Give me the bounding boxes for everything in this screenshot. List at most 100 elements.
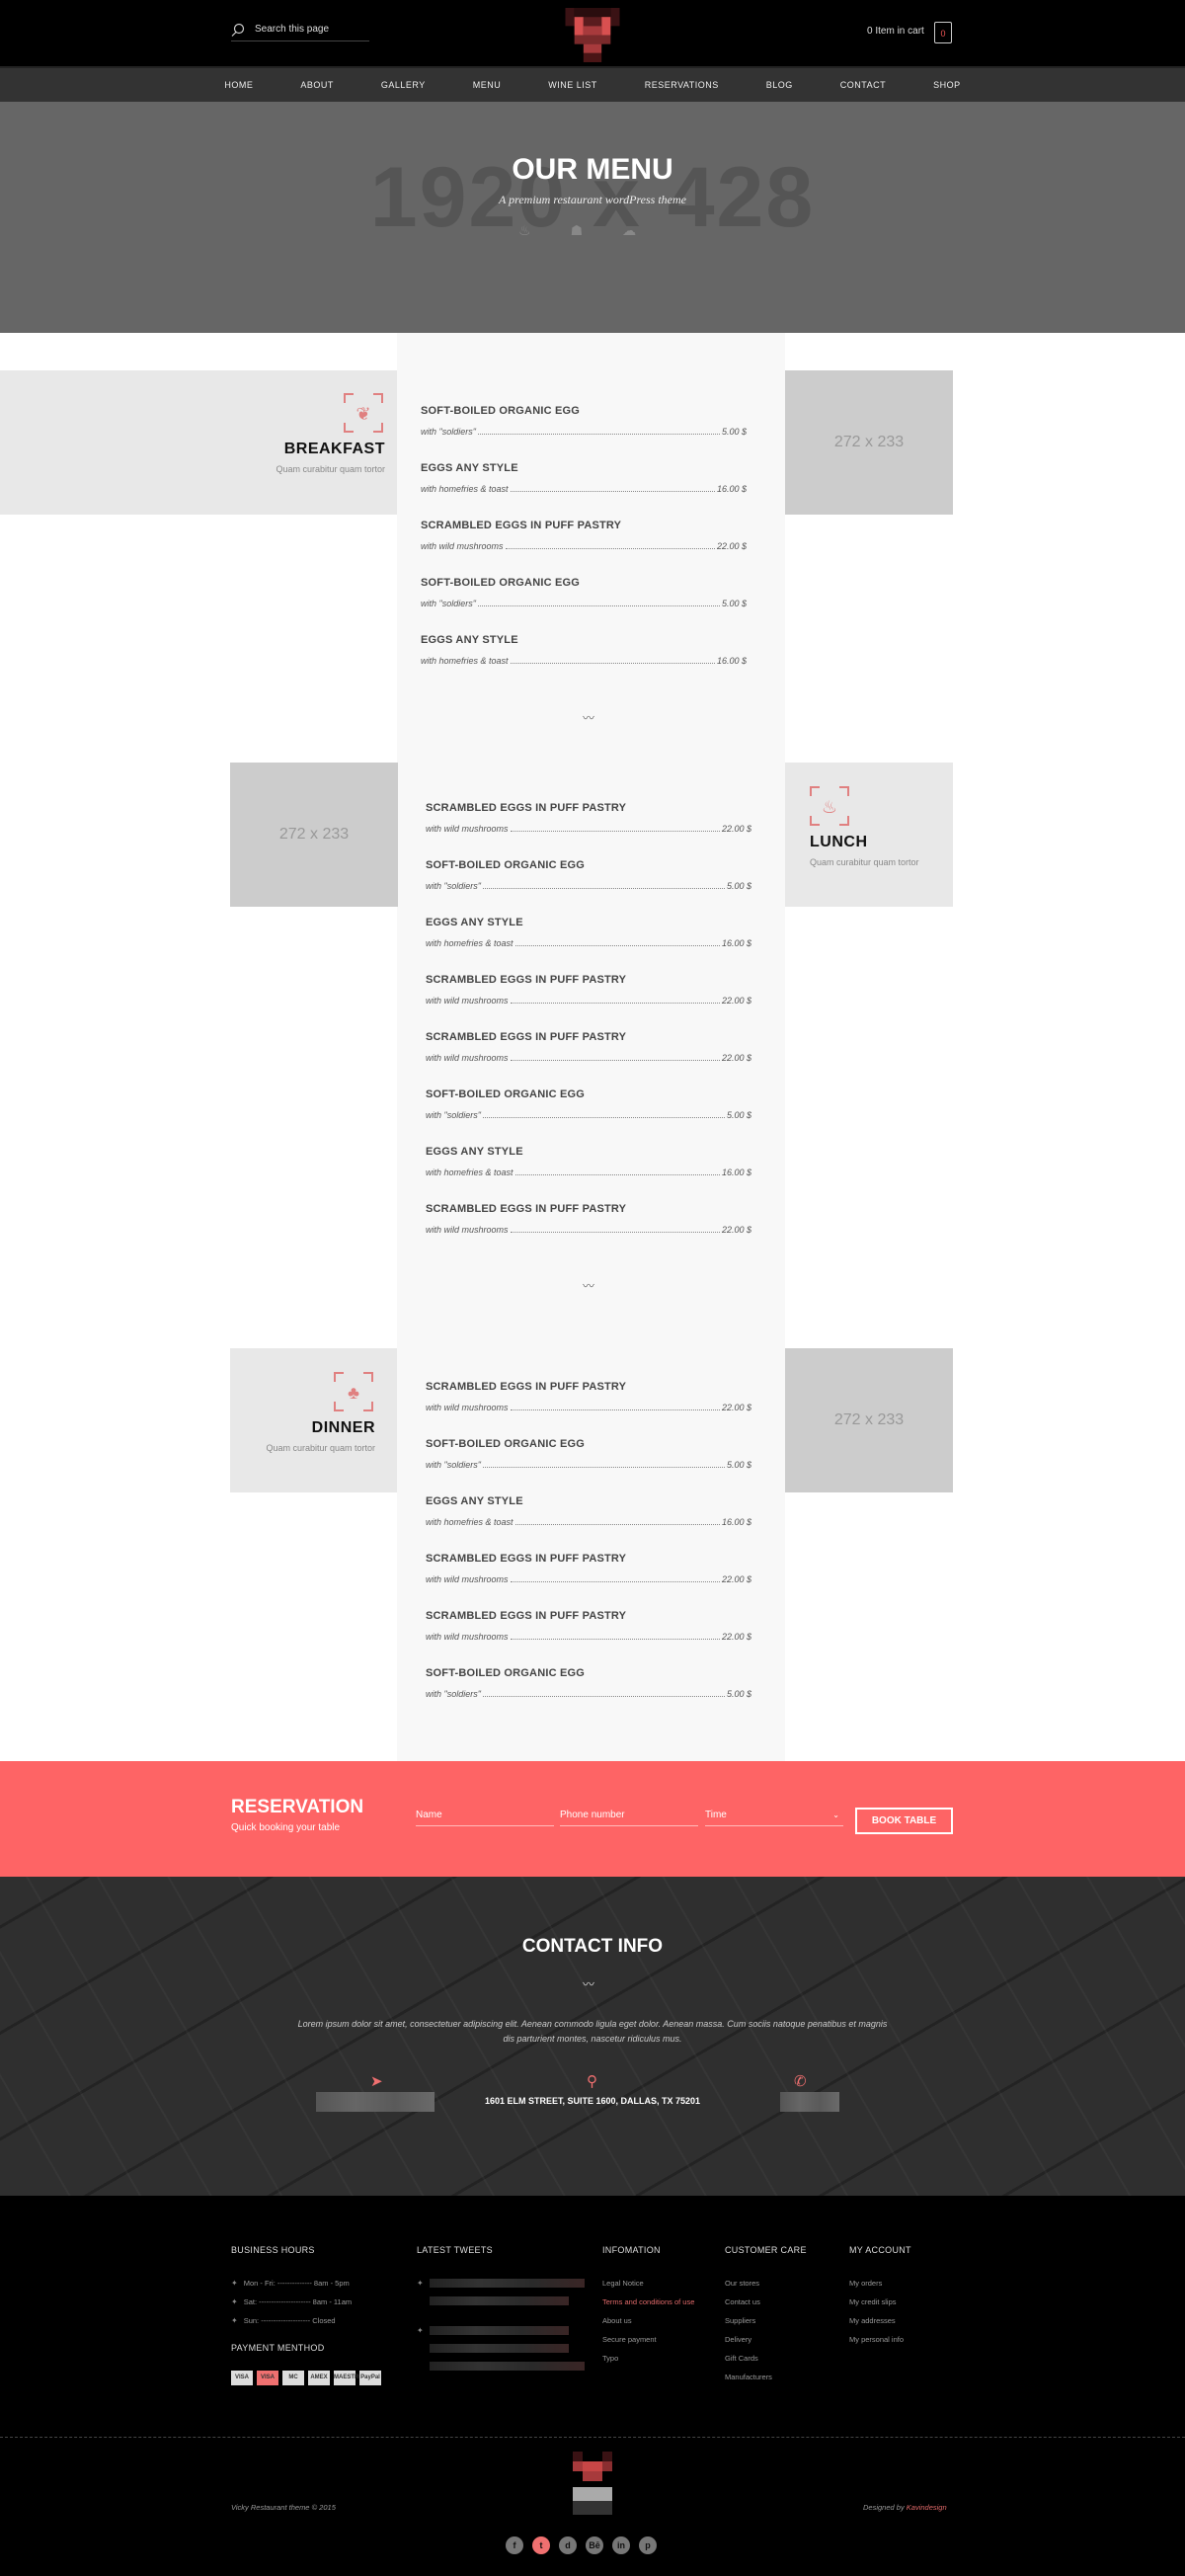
business-hours: BUSINESS HOURS ✦ Mon - Fri: -------------…	[231, 2245, 381, 2395]
dot-leader	[510, 831, 720, 832]
amex-icon: AMEX	[308, 2371, 330, 2385]
designer-link[interactable]: Kavindesign	[907, 2503, 947, 2512]
item-desc: with "soldiers"	[421, 427, 476, 437]
copyright: Vicky Restaurant theme © 2015	[231, 2503, 336, 2512]
dribbble-icon[interactable]: d	[559, 2536, 577, 2554]
item-price: 5.00 $	[726, 1110, 751, 1120]
item-name: SCRAMBLED EGGS IN PUFF PASTRY	[426, 1031, 627, 1043]
nav-about[interactable]: ABOUT	[276, 68, 357, 102]
footer-link[interactable]: My credit slips	[849, 2297, 911, 2306]
nav-shop[interactable]: SHOP	[909, 68, 985, 102]
search-icon	[231, 23, 245, 37]
item-price: 22.00 $	[721, 996, 751, 1006]
footer-link[interactable]: Terms and conditions of use	[602, 2297, 694, 2306]
item-desc: with "soldiers"	[426, 1689, 481, 1699]
mastercard-icon: MC	[282, 2371, 304, 2385]
nav-gallery[interactable]: GALLERY	[357, 68, 449, 102]
map-pin-icon: ⚲	[587, 2073, 597, 2090]
reservation-subtitle: Quick booking your table	[231, 1822, 341, 1833]
item-price: 16.00 $	[716, 484, 747, 494]
dot-leader	[514, 1174, 720, 1175]
nav-reservations[interactable]: RESERVATIONS	[621, 68, 743, 102]
footer-link[interactable]: My orders	[849, 2279, 911, 2288]
facebook-icon[interactable]: f	[506, 2536, 523, 2554]
item-name: SCRAMBLED EGGS IN PUFF PASTRY	[426, 1381, 627, 1393]
hours-line: Sat: --------------------- 8am - 11am	[243, 2297, 353, 2306]
nav-menu[interactable]: MENU	[449, 68, 525, 102]
nav-blog[interactable]: BLOG	[743, 68, 817, 102]
main-nav: HOME ABOUT GALLERY MENU WINE LIST RESERV…	[0, 66, 1185, 102]
phone-input[interactable]: Phone number	[560, 1807, 698, 1826]
menu-item: SCRAMBLED EGGS IN PUFF PASTRY with wild m…	[426, 1031, 751, 1088]
pinterest-icon[interactable]: p	[639, 2536, 657, 2554]
dot-leader	[510, 491, 715, 492]
footer-heading: INFOMATION	[602, 2245, 661, 2255]
item-price: 5.00 $	[726, 881, 751, 891]
footer-heading: PAYMENT MENTHOD	[231, 2343, 325, 2353]
reservation-title: RESERVATION	[231, 1797, 364, 1817]
footer-link[interactable]: Suppliers	[725, 2316, 807, 2325]
footer-link[interactable]: Our stores	[725, 2279, 807, 2288]
item-desc: with wild mushrooms	[426, 1225, 509, 1235]
linkedin-icon[interactable]: in	[612, 2536, 630, 2554]
footer-link[interactable]: Gift Cards	[725, 2354, 807, 2363]
search-placeholder: Search this page	[255, 24, 330, 35]
dot-leader	[514, 1524, 720, 1525]
footer-link[interactable]: Typo	[602, 2354, 694, 2363]
menu-item: SCRAMBLED EGGS IN PUFF PASTRY with wild m…	[421, 520, 747, 577]
category-title: DINNER	[311, 1419, 375, 1436]
nav-wine-list[interactable]: WINE LIST	[524, 68, 621, 102]
name-input[interactable]: Name	[416, 1807, 554, 1826]
footer-link[interactable]: Contact us	[725, 2297, 807, 2306]
footer-logo[interactable]	[573, 2452, 612, 2515]
category-title: LUNCH	[810, 834, 868, 850]
footer-link[interactable]: My addresses	[849, 2316, 911, 2325]
salad-bowl-icon: ❦	[343, 392, 386, 436]
footer-link[interactable]: Delivery	[725, 2335, 807, 2344]
time-select[interactable]: Time ⌄	[705, 1807, 843, 1826]
menu-item: SCRAMBLED EGGS IN PUFF PASTRY with wild m…	[426, 1553, 751, 1610]
item-name: SOFT-BOILED ORGANIC EGG	[426, 1667, 586, 1679]
designed-by: Designed by Kavindesign	[863, 2503, 947, 2512]
paypal-icon: PayPal	[359, 2371, 381, 2385]
dot-leader	[510, 1060, 720, 1061]
menu-item: SCRAMBLED EGGS IN PUFF PASTRY with wild m…	[426, 802, 751, 859]
nav-contact[interactable]: CONTACT	[817, 68, 909, 102]
item-desc: with homefries & toast	[421, 656, 509, 666]
search-input[interactable]: Search this page	[231, 22, 369, 41]
book-table-button[interactable]: BOOK TABLE	[855, 1808, 953, 1834]
pot-icon: ♨	[809, 785, 852, 829]
item-price: 22.00 $	[721, 1403, 751, 1412]
item-desc: with wild mushrooms	[426, 1053, 509, 1063]
footer-link[interactable]: Manufacturers	[725, 2373, 807, 2381]
footer-link[interactable]: Secure payment	[602, 2335, 694, 2344]
behance-icon[interactable]: Bē	[586, 2536, 603, 2554]
twitter-icon: ✦	[231, 2316, 238, 2325]
menu-item: EGGS ANY STYLE with homefries & toast 16.0…	[426, 917, 751, 974]
item-name: EGGS ANY STYLE	[426, 917, 523, 928]
item-name: SOFT-BOILED ORGANIC EGG	[426, 1088, 586, 1100]
item-desc: with wild mushrooms	[426, 824, 509, 834]
footer-link[interactable]: About us	[602, 2316, 694, 2325]
dot-leader	[514, 945, 720, 946]
footer-link[interactable]: My personal info	[849, 2335, 911, 2344]
item-name: SCRAMBLED EGGS IN PUFF PASTRY	[426, 1553, 627, 1565]
information-links: INFOMATION Legal Notice Terms and condit…	[602, 2245, 694, 2373]
squiggle-divider: 〰	[583, 711, 595, 725]
divider	[0, 2437, 1185, 2441]
twitter-icon: ✦	[417, 2279, 424, 2288]
footer-link[interactable]: Legal Notice	[602, 2279, 694, 2288]
item-desc: with "soldiers"	[426, 881, 481, 891]
shopping-bag-icon[interactable]: 0	[934, 22, 952, 43]
nav-home[interactable]: HOME	[200, 68, 276, 102]
cart-label[interactable]: 0 Item in cart	[867, 26, 924, 37]
twitter-icon[interactable]: t	[532, 2536, 550, 2554]
item-price: 5.00 $	[726, 1460, 751, 1470]
item-price: 5.00 $	[721, 427, 747, 437]
phone-icon: ✆	[794, 2073, 807, 2090]
logo[interactable]	[563, 8, 622, 62]
menu-item: SCRAMBLED EGGS IN PUFF PASTRY with wild m…	[426, 1381, 751, 1438]
item-name: SOFT-BOILED ORGANIC EGG	[421, 405, 581, 417]
dot-leader	[477, 434, 720, 435]
item-price: 5.00 $	[726, 1689, 751, 1699]
